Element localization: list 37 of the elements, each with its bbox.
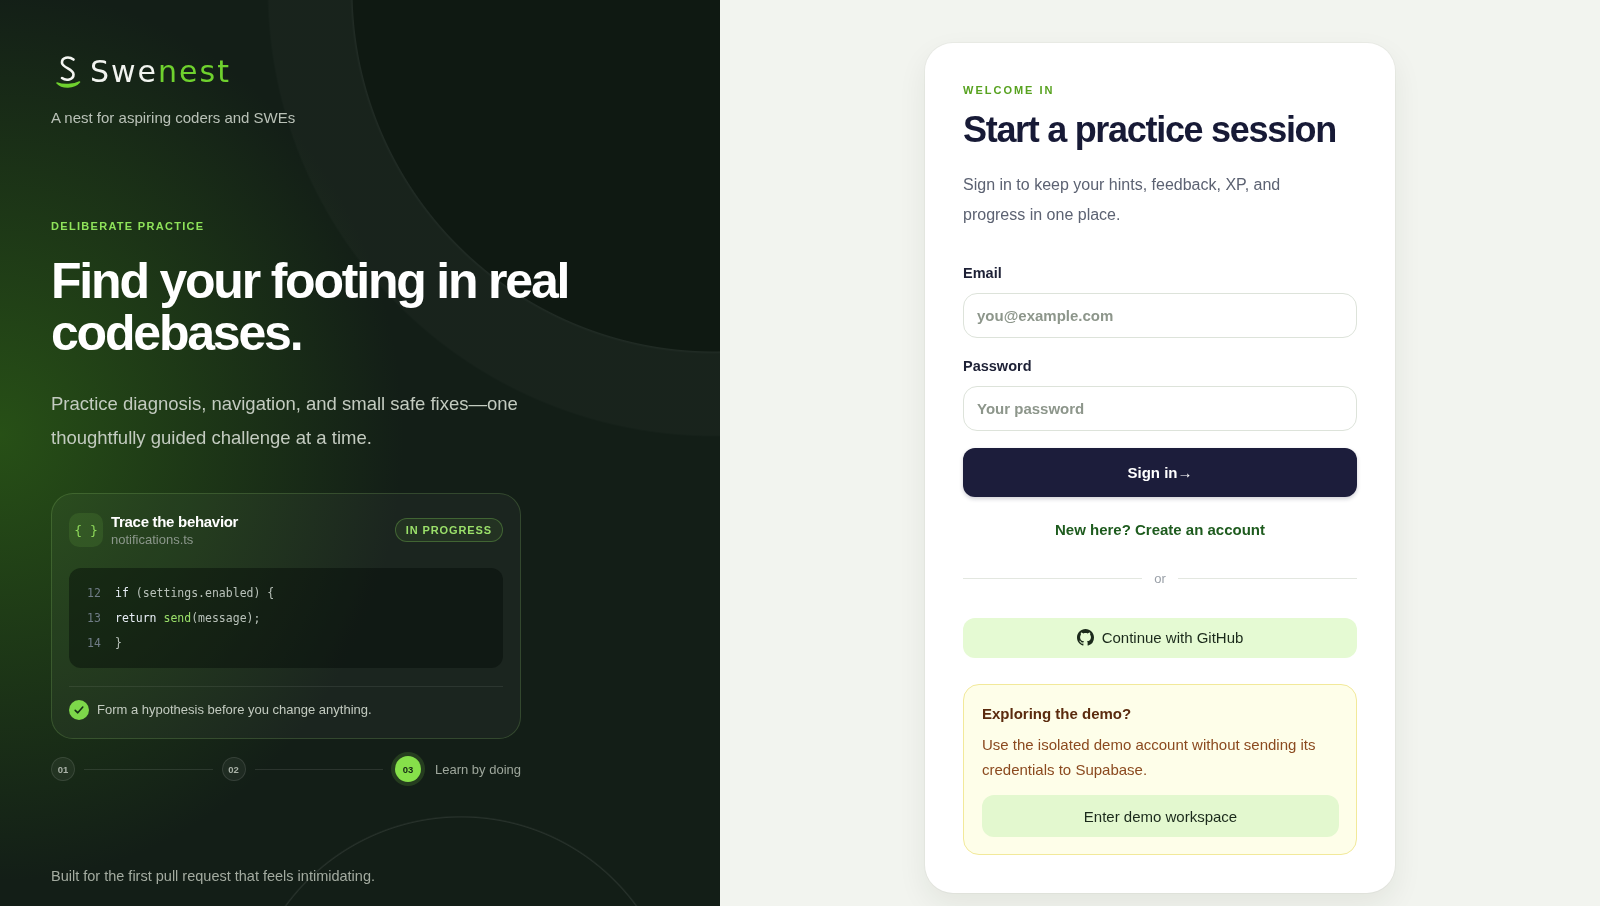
hero-heading: Find your footing in real codebases. — [51, 255, 570, 359]
step-indicator: 03 — [395, 756, 421, 782]
field-label: Email — [963, 264, 1002, 282]
footer-text: Built for the first pull request that feels intimidating. — [51, 867, 375, 885]
demo-workspace-button[interactable]: Enter demo workspace — [982, 795, 1339, 837]
input-field[interactable]: Your password — [963, 386, 1357, 432]
github-icon — [1076, 629, 1094, 647]
step-indicator: 01 — [51, 757, 75, 781]
line-number: 14 — [87, 635, 101, 650]
braces-icon: { } — [69, 513, 103, 547]
file-name: notifications.ts — [111, 531, 195, 548]
sign-in-button[interactable]: Sign in→ — [963, 448, 1357, 497]
challenge-title: Trace the behavior — [111, 512, 239, 531]
logo-icon — [55, 54, 81, 90]
form-heading: Start a practice session — [963, 108, 1336, 152]
divider-label: or — [1154, 570, 1166, 587]
demo-title: Exploring the demo? — [982, 704, 1132, 724]
tagline: A nest for aspiring coders and SWEs — [51, 109, 296, 127]
input-field[interactable]: you@example.com — [963, 293, 1357, 339]
field-label: Password — [963, 357, 1032, 376]
github-button[interactable]: Continue with GitHub — [963, 617, 1357, 658]
line-number: 12 — [87, 585, 101, 600]
line-number: 13 — [87, 610, 101, 625]
demo-description: Use the isolated demo account without sending its credentials to Supabase. — [982, 735, 1317, 780]
step-caption: Learn by doing — [435, 761, 521, 777]
section-eyebrow: DELIBERATE PRACTICE — [51, 219, 205, 233]
code-line: if (settings.enabled) { — [115, 585, 275, 600]
hero-description: Practice diagnosis, navigation, and small safe fixes—one thoughtfully guided challenge at a time. — [51, 392, 519, 450]
hint-text: Form a hypothesis before you change anything. — [97, 701, 372, 719]
step-indicator: 02 — [221, 757, 246, 781]
code-line: return send(message); — [115, 610, 261, 625]
form-subtitle: Sign in to keep your hints, feedback, XP, and progress in one place. — [963, 175, 1282, 225]
form-eyebrow: WELCOME IN — [963, 83, 1055, 97]
status-badge: IN PROGRESS — [394, 518, 503, 542]
code-line: } — [115, 635, 122, 650]
create-account-link[interactable]: New here? Create an account — [1054, 519, 1266, 540]
logo-wordmark: Swenest — [90, 54, 231, 90]
